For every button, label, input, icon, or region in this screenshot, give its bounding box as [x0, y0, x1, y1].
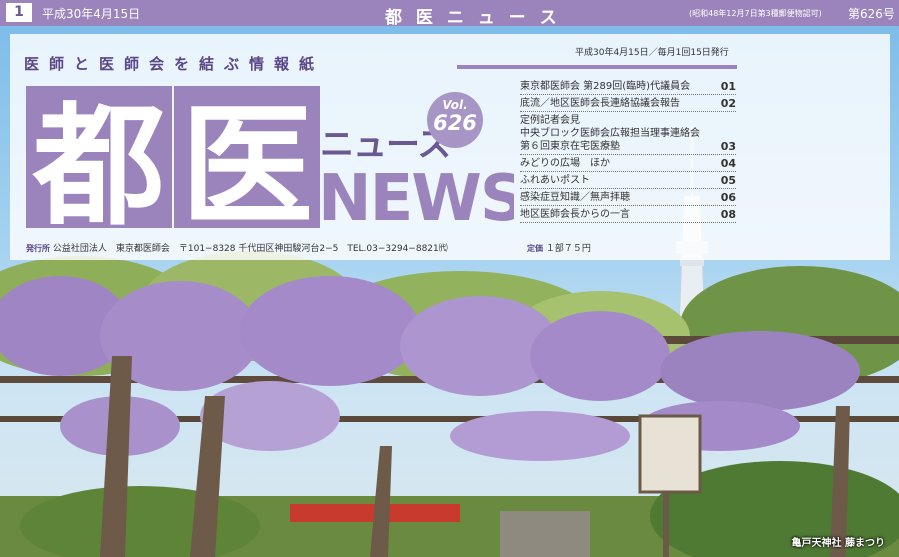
issue-number: 第626号 — [848, 7, 895, 21]
toc-item-title: 感染症豆知識／無声拝聴 — [520, 192, 630, 203]
publication-date: 平成30年4月15日／毎月1回15日発行 — [575, 48, 729, 58]
toc-item[interactable]: 感染症豆知識／無声拝聴 06 — [520, 189, 736, 206]
toc-item[interactable]: ふれあいポスト 05 — [520, 172, 736, 189]
volume-label: Vol. — [442, 98, 468, 112]
price-info: 定価 １部７５円 — [527, 241, 591, 254]
toc-item-page: 05 — [720, 174, 736, 187]
tagline: 医師と医師会を結ぶ情報紙 — [24, 55, 325, 73]
logo-kanji-1: 都 — [32, 90, 165, 232]
volume-number: 626 — [433, 111, 477, 135]
toc-item-title: ふれあいポスト — [520, 175, 590, 186]
toc-item[interactable]: 定例記者会見 中央ブロック医師会広報担当理事連絡会 第６回東京在宅医療塾 03 — [520, 112, 736, 155]
toc-item-title: 地区医師会長からの一言 — [520, 209, 630, 220]
toc-item-title: 底流／地区医師会長連絡協議会報告 — [520, 98, 680, 109]
postal-permit-note: (昭和48年12月7日第3種郵便物認可) — [689, 9, 822, 18]
toc-item-title: 東京都医師会 第289回(臨時)代議員会 — [520, 81, 691, 92]
price-label: 定価 — [527, 244, 543, 253]
publisher-text: 公益社団法人 東京都医師会 〒101−8328 千代田区神田駿河台2−5 TEL… — [52, 244, 448, 254]
volume-badge: Vol. 626 — [427, 92, 483, 148]
page-number: 1 — [6, 3, 32, 22]
divider-line — [457, 65, 737, 69]
toc-item[interactable]: みどりの広場 ほか 04 — [520, 155, 736, 172]
toc-item-page: 02 — [720, 97, 736, 110]
toc-item-page: 08 — [720, 208, 736, 221]
toc-item-page: 01 — [720, 80, 736, 93]
publisher-info: 発行所 公益社団法人 東京都医師会 〒101−8328 千代田区神田駿河台2−5… — [26, 241, 448, 254]
toc-item-title: 定例記者会見 — [520, 115, 580, 126]
issue-date: 平成30年4月15日 — [42, 7, 141, 21]
toc-item[interactable]: 地区医師会長からの一言 08 — [520, 206, 736, 223]
toc-item-page: 03 — [720, 140, 736, 153]
price-text: １部７５円 — [545, 244, 591, 254]
newspaper-title: 都 医 ニ ュ ー ス — [385, 8, 561, 28]
logo-kanji-2: 医 — [181, 90, 313, 232]
toc-item-page: 06 — [720, 191, 736, 204]
top-bar: 1 平成30年4月15日 都 医 ニ ュ ー ス (昭和48年12月7日第3種郵… — [0, 0, 899, 28]
toc-item[interactable]: 底流／地区医師会長連絡協議会報告 02 — [520, 95, 736, 112]
toc-item-title: 中央ブロック医師会広報担当理事連絡会 — [520, 128, 700, 139]
publisher-label: 発行所 — [26, 244, 50, 253]
toc-item-title: 第６回東京在宅医療塾 — [520, 141, 620, 152]
toc-item-page: 04 — [720, 157, 736, 170]
toc-item[interactable]: 東京都医師会 第289回(臨時)代議員会 01 — [520, 78, 736, 95]
table-of-contents: 東京都医師会 第289回(臨時)代議員会 01 底流／地区医師会長連絡協議会報告… — [520, 78, 736, 223]
toc-item-title: みどりの広場 ほか — [520, 158, 610, 169]
ground — [0, 461, 899, 557]
photo-caption: 亀戸天神社 藤まつり — [791, 538, 885, 549]
logo-news: NEWS — [318, 162, 514, 232]
